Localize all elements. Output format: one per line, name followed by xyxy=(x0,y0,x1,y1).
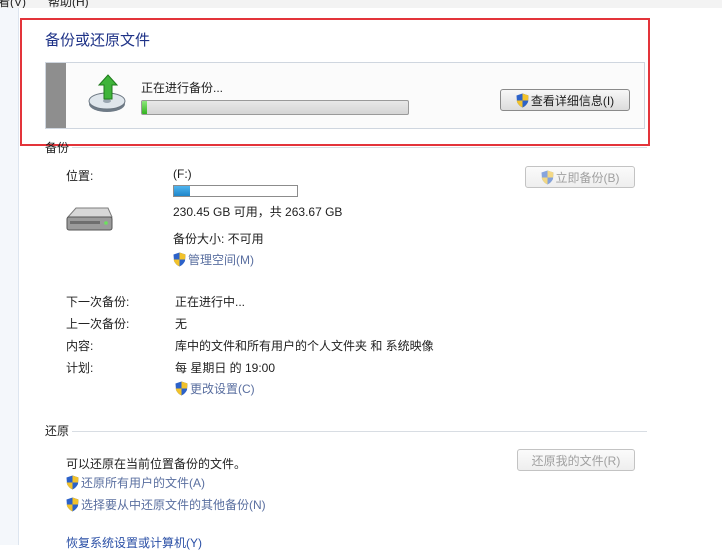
last-backup-value: 无 xyxy=(175,317,188,331)
location-label: 位置: xyxy=(66,169,94,183)
uac-shield-icon xyxy=(66,475,79,490)
menu-help[interactable]: 帮助(H) xyxy=(48,0,89,8)
schedule-label: 计划: xyxy=(66,361,94,375)
recover-system-link[interactable]: 恢复系统设置或计算机(Y) xyxy=(66,534,202,551)
change-settings-link[interactable]: 更改设置(C) xyxy=(175,380,255,397)
uac-shield-icon xyxy=(175,381,188,396)
backup-now-label: 立即备份(B) xyxy=(555,170,620,185)
manage-space-label: 管理空间(M) xyxy=(188,253,254,267)
backup-now-button[interactable]: 立即备份(B) xyxy=(525,166,635,188)
menu-bar: 查看(V) 帮助(H) xyxy=(0,0,722,8)
restore-all-users-label: 还原所有用户的文件(A) xyxy=(81,476,205,490)
contents-label: 内容: xyxy=(66,339,94,353)
drive-label: (F:) xyxy=(173,167,192,181)
hard-drive-icon xyxy=(66,207,113,231)
drive-capacity-fill xyxy=(174,186,190,196)
restore-all-users-link[interactable]: 还原所有用户的文件(A) xyxy=(66,474,205,491)
select-other-backup-label: 选择要从中还原文件的其他备份(N) xyxy=(81,498,266,512)
restore-section-title: 还原 xyxy=(45,424,70,438)
last-backup-label: 上一次备份: xyxy=(66,317,130,331)
next-backup-value: 正在进行中... xyxy=(175,295,246,309)
left-pane xyxy=(0,8,19,545)
restore-my-files-button[interactable]: 还原我的文件(R) xyxy=(517,449,635,471)
menu-view[interactable]: 查看(V) xyxy=(0,0,26,8)
backup-separator xyxy=(72,147,647,148)
next-backup-label: 下一次备份: xyxy=(66,295,130,309)
uac-shield-icon xyxy=(541,170,553,184)
backup-section-title: 备份 xyxy=(45,141,70,155)
drive-capacity-bar xyxy=(173,185,298,197)
manage-space-link[interactable]: 管理空间(M) xyxy=(173,251,254,268)
change-settings-label: 更改设置(C) xyxy=(190,382,255,396)
restore-description: 可以还原在当前位置备份的文件。 xyxy=(66,457,247,471)
highlight-frame xyxy=(20,18,650,146)
backup-size-text: 备份大小: 不可用 xyxy=(173,232,264,246)
select-other-backup-link[interactable]: 选择要从中还原文件的其他备份(N) xyxy=(66,496,266,513)
free-space-text: 230.45 GB 可用，共 263.67 GB xyxy=(173,205,343,219)
uac-shield-icon xyxy=(66,497,79,512)
restore-separator xyxy=(72,431,647,432)
contents-value: 库中的文件和所有用户的个人文件夹 和 系统映像 xyxy=(175,339,434,353)
schedule-value: 每 星期日 的 19:00 xyxy=(175,361,276,375)
restore-my-files-label: 还原我的文件(R) xyxy=(531,453,621,468)
uac-shield-icon xyxy=(173,252,186,267)
